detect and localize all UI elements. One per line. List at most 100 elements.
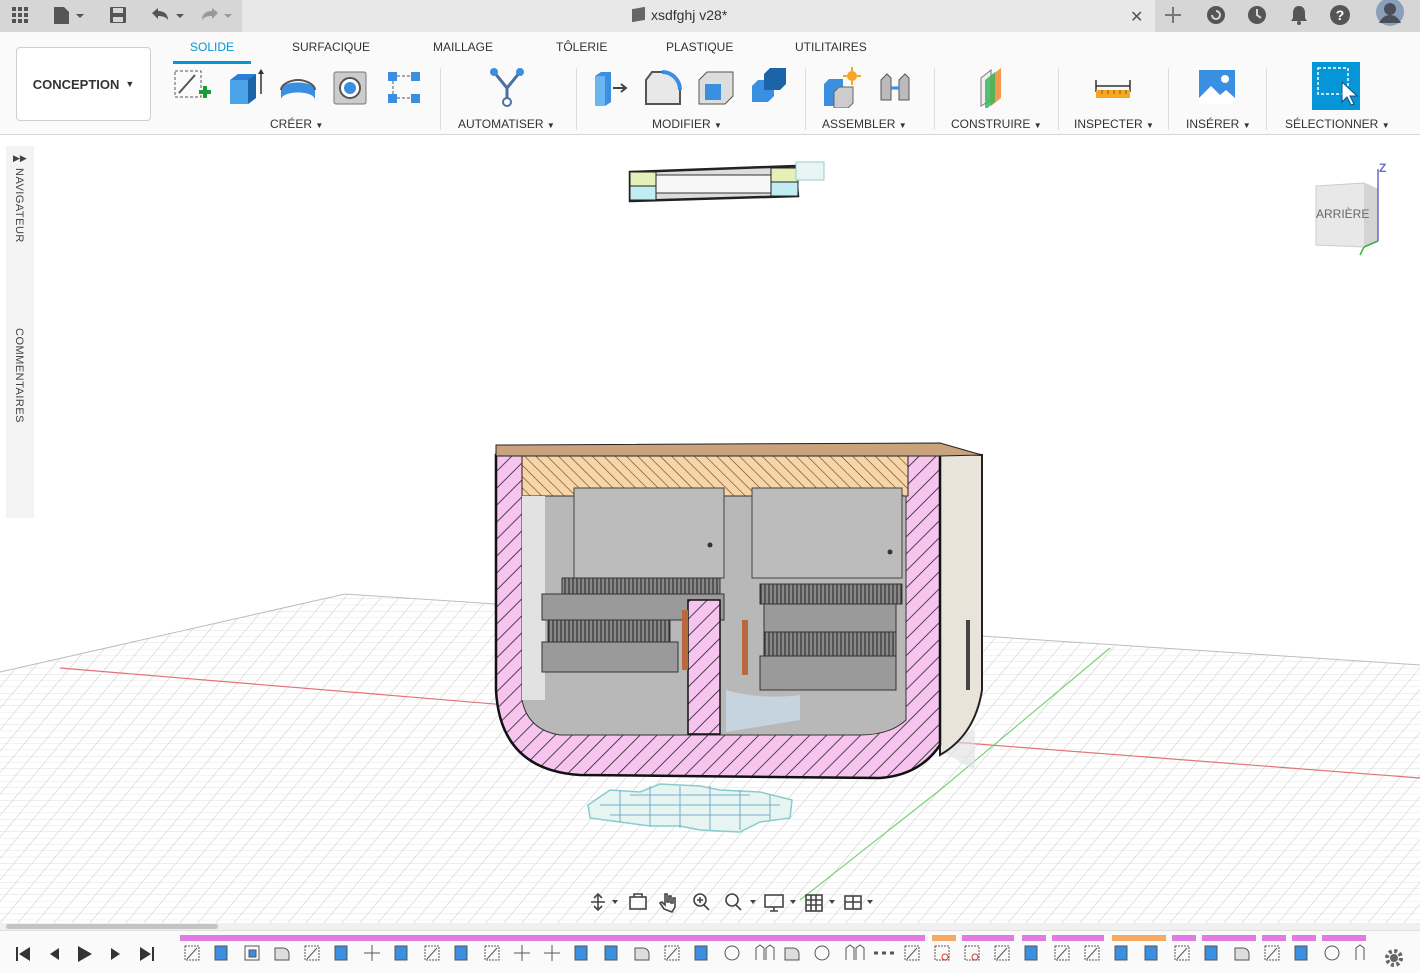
group-creer-label: CRÉER [270, 117, 313, 131]
undo-icon[interactable] [148, 4, 188, 26]
combine-icon[interactable] [748, 66, 790, 108]
notifications-icon[interactable] [1288, 4, 1310, 26]
measure-icon[interactable] [1092, 66, 1134, 108]
select-icon[interactable] [1312, 62, 1360, 110]
group-inserer-label: INSÉRER [1186, 117, 1240, 131]
file-menu-icon[interactable] [52, 4, 86, 26]
tab-utilitaires[interactable]: UTILITAIRES [795, 40, 867, 54]
view-cube[interactable]: ARRIÈRE Z [1304, 161, 1394, 256]
group-inspecter-label: INSPECTER [1074, 117, 1143, 131]
section-view-body[interactable] [494, 442, 983, 780]
tab-solide[interactable]: SOLIDE [190, 40, 234, 54]
separator [934, 68, 935, 130]
title-bar-right-tools: ? [1155, 0, 1420, 32]
timeline [0, 930, 1420, 973]
fit-zoom-icon[interactable] [720, 887, 758, 917]
separator [1266, 68, 1267, 130]
fillet-icon[interactable] [642, 66, 684, 108]
group-selectionner[interactable]: SÉLECTIONNER ▼ [1285, 117, 1390, 131]
new-tab-icon[interactable] [1163, 4, 1183, 26]
chevron-down-icon: ▼ [1033, 121, 1042, 130]
navigator-tab[interactable]: NAVIGATEUR [13, 168, 25, 243]
help-icon[interactable]: ? [1329, 4, 1351, 26]
chevron-down-icon: ▼ [315, 121, 324, 130]
automate-icon[interactable] [486, 66, 528, 108]
model-viewport[interactable]: ARRIÈRE Z [0, 135, 1420, 925]
group-construire[interactable]: CONSTRUIRE ▼ [951, 117, 1042, 131]
group-automatiser-label: AUTOMATISER [458, 117, 544, 131]
close-tab-icon[interactable]: ✕ [1130, 6, 1143, 28]
create-sketch-icon[interactable] [171, 66, 213, 108]
go-to-start-icon[interactable] [14, 945, 32, 968]
chevron-down-icon: ▼ [1146, 121, 1154, 130]
new-component-icon[interactable] [820, 66, 862, 108]
group-selectionner-label: SÉLECTIONNER [1285, 117, 1379, 131]
apps-grid-icon[interactable] [10, 4, 30, 26]
insert-image-icon[interactable] [1196, 66, 1238, 108]
workspace-label: CONCEPTION [32, 76, 120, 92]
pattern-icon[interactable] [383, 66, 425, 108]
job-status-icon[interactable] [1246, 4, 1268, 26]
offset-plane-icon[interactable] [975, 66, 1017, 108]
group-automatiser[interactable]: AUTOMATISER ▼ [458, 117, 555, 131]
svg-text:?: ? [1336, 7, 1345, 23]
group-modifier-label: MODIFIER [652, 117, 711, 131]
group-assembler-label: ASSEMBLER [822, 117, 896, 131]
separator [440, 68, 441, 130]
group-assembler[interactable]: ASSEMBLER ▼ [822, 117, 907, 131]
joint-icon[interactable] [875, 66, 917, 108]
extrude-icon[interactable] [224, 66, 266, 108]
workspace-dropdown[interactable]: CONCEPTION ▼ [16, 47, 151, 121]
hole-icon[interactable] [330, 66, 372, 108]
separator [805, 68, 806, 130]
chevron-down-icon: ▼ [898, 121, 907, 130]
group-inserer[interactable]: INSÉRER ▼ [1186, 117, 1251, 131]
active-tab-indicator [173, 61, 251, 64]
timeline-settings-icon[interactable] [1383, 947, 1405, 974]
expand-panel-icon[interactable]: ▶▶ [13, 153, 27, 164]
model-canvas[interactable] [0, 135, 1420, 925]
pan-icon[interactable] [584, 887, 622, 917]
step-forward-icon[interactable] [107, 945, 125, 968]
chevron-down-icon: ▼ [714, 121, 722, 130]
tab-surfacique[interactable]: SURFACIQUE [292, 40, 370, 54]
document-cube-icon [632, 6, 645, 23]
tab-tolerie[interactable]: TÔLERIE [556, 40, 607, 54]
go-to-end-icon[interactable] [138, 945, 156, 968]
separator [576, 68, 577, 130]
redo-icon[interactable] [198, 4, 238, 26]
viewport-scrollbar[interactable] [0, 923, 1420, 930]
tab-maillage[interactable]: MAILLAGE [433, 40, 493, 54]
group-modifier[interactable]: MODIFIER ▼ [652, 117, 722, 131]
chevron-down-icon: ▼ [125, 79, 135, 89]
look-at-icon[interactable] [626, 887, 652, 917]
tab-plastique[interactable]: PLASTIQUE [666, 40, 733, 54]
extensions-icon[interactable] [1205, 4, 1227, 26]
orbit-hand-icon[interactable] [656, 887, 682, 917]
step-back-icon[interactable] [45, 945, 63, 968]
timeline-features[interactable] [180, 933, 1370, 971]
comments-tab[interactable]: COMMENTAIRES [13, 328, 25, 423]
group-creer[interactable]: CRÉER ▼ [270, 117, 323, 131]
toolbar-ribbon: CONCEPTION ▼ SOLIDE SURFACIQUE MAILLAGE … [0, 32, 1420, 135]
side-panel: ▶▶ NAVIGATEUR COMMENTAIRES [6, 146, 34, 518]
shell-icon[interactable] [695, 66, 737, 108]
grid-settings-icon[interactable] [802, 887, 838, 917]
scrollbar-thumb[interactable] [6, 924, 218, 929]
viewports-icon[interactable] [842, 887, 878, 917]
floating-sketch-body[interactable] [628, 161, 825, 203]
chevron-down-icon: ▼ [546, 121, 555, 130]
revolve-icon[interactable] [277, 66, 319, 108]
title-bar-left-tools [0, 0, 242, 32]
display-settings-icon[interactable] [762, 887, 800, 917]
group-inspecter[interactable]: INSPECTER ▼ [1074, 117, 1154, 131]
save-icon[interactable] [108, 4, 128, 26]
navigation-bar [584, 887, 880, 917]
user-avatar[interactable] [1375, 0, 1405, 26]
play-icon[interactable] [75, 945, 93, 968]
zoom-icon[interactable] [688, 887, 714, 917]
view-cube-face-label[interactable]: ARRIÈRE [1316, 207, 1369, 221]
press-pull-icon[interactable] [589, 66, 631, 108]
title-bar: xsdfghj v28* ✕ ? [0, 0, 1420, 32]
chevron-down-icon: ▼ [1381, 121, 1390, 130]
